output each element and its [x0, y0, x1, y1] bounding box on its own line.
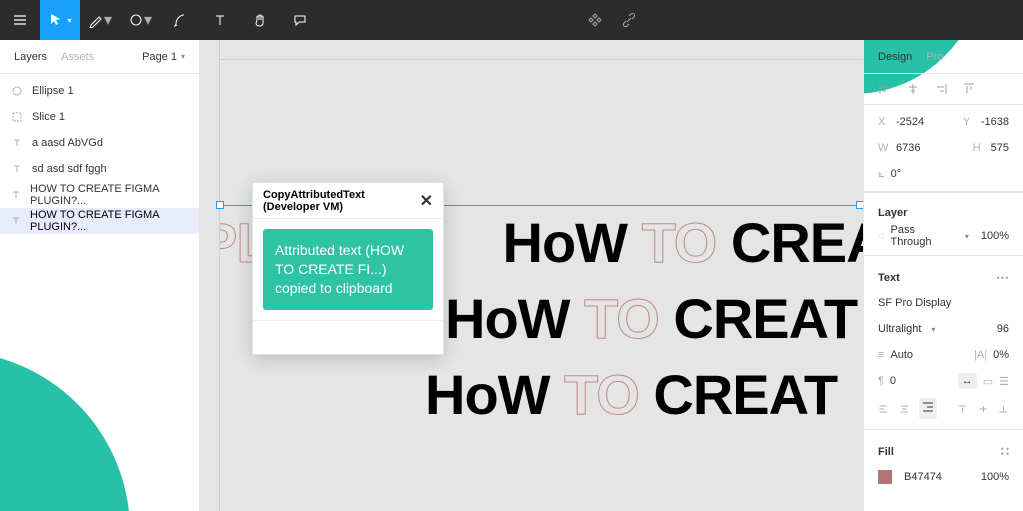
chevron-down-icon: ▾: [965, 232, 969, 241]
tab-design[interactable]: Design: [878, 51, 912, 63]
left-panel: Layers Assets Page 1 ▾ Ellipse 1 Slice 1: [0, 40, 200, 511]
right-panel: Design Pro X -2524 Y -1638 W 6: [863, 40, 1023, 511]
link-icon[interactable]: [621, 0, 637, 40]
tab-assets[interactable]: Assets: [61, 51, 94, 63]
canvas-text: HoW TO CREAT: [445, 286, 857, 351]
chevron-down-icon: ▾: [144, 10, 152, 30]
x-value[interactable]: -2524: [896, 116, 924, 128]
canvas[interactable]: PL HoW TO CREAT HoW TO CREAT HoW TO CREA…: [200, 40, 863, 511]
text-tool-button[interactable]: [200, 0, 240, 40]
align-top-icon[interactable]: [957, 402, 968, 416]
layer-opacity[interactable]: 100%: [981, 230, 1009, 242]
hand-tool-button[interactable]: [240, 0, 280, 40]
shape-tool-button[interactable]: ▾: [120, 0, 160, 40]
layer-label: Ellipse 1: [32, 85, 74, 97]
x-label: X: [878, 116, 890, 128]
move-tool-button[interactable]: ▾: [40, 0, 80, 40]
angle-icon: ⟀: [878, 168, 885, 181]
align-bottom-icon[interactable]: [998, 402, 1009, 416]
section-fill: Fill: [878, 446, 894, 458]
y-label: Y: [963, 116, 975, 128]
chevron-down-icon: ▾: [67, 16, 71, 25]
ruler-vertical: [200, 40, 220, 511]
align-middle-icon[interactable]: [978, 402, 989, 416]
layer-item[interactable]: HOW TO CREATE FIGMA PLUGIN?...: [0, 182, 199, 208]
text-icon: [10, 136, 24, 150]
plugin-dialog[interactable]: CopyAttributedText (Developer VM) ✕ Attr…: [252, 182, 444, 355]
layer-label: sd asd sdf fggh: [32, 163, 107, 175]
layer-item[interactable]: Ellipse 1: [0, 78, 199, 104]
layer-item[interactable]: sd asd sdf fggh: [0, 156, 199, 182]
page-label: Page 1: [142, 51, 177, 63]
chevron-down-icon: ▾: [104, 10, 112, 30]
letter-spacing[interactable]: 0%: [993, 349, 1009, 361]
component-icon[interactable]: [587, 0, 603, 40]
align-top-icon[interactable]: [962, 82, 976, 96]
selection-handle[interactable]: [856, 201, 863, 209]
layer-label: a aasd AbVGd: [32, 137, 103, 149]
angle-value[interactable]: 0°: [891, 168, 902, 180]
layer-item[interactable]: Slice 1: [0, 104, 199, 130]
font-weight[interactable]: Ultralight: [878, 323, 921, 335]
layer-label: HOW TO CREATE FIGMA PLUGIN?...: [30, 209, 189, 233]
plugin-footer: [253, 320, 443, 354]
layer-label: HOW TO CREATE FIGMA PLUGIN?...: [30, 183, 189, 207]
text-align-right-icon[interactable]: [921, 400, 935, 414]
line-height-icon: ≡: [878, 349, 884, 361]
chevron-down-icon: ▾: [181, 52, 185, 61]
vector-tool-button[interactable]: [160, 0, 200, 40]
ruler-horizontal: [200, 40, 863, 60]
fill-hex[interactable]: B47474: [904, 471, 942, 483]
letter-spacing-icon: |A|: [974, 349, 987, 361]
section-layer: Layer: [864, 199, 1023, 223]
text-icon: [10, 214, 22, 228]
toast-message: Attributed text (HOW TO CREATE FI...) co…: [263, 229, 433, 310]
top-toolbar: ▾ ▾ ▾: [0, 0, 1023, 40]
tab-layers[interactable]: Layers: [14, 51, 47, 63]
close-icon[interactable]: ✕: [420, 191, 433, 211]
plugin-title: CopyAttributedText (Developer VM): [263, 189, 420, 213]
layers-list: Ellipse 1 Slice 1 a aasd AbVGd sd asd sd…: [0, 74, 199, 234]
align-center-icon[interactable]: [906, 82, 920, 96]
h-value[interactable]: 575: [991, 142, 1009, 154]
align-right-icon[interactable]: [934, 82, 948, 96]
y-value[interactable]: -1638: [981, 116, 1009, 128]
text-align-left-icon[interactable]: [878, 402, 889, 416]
section-text: Text: [878, 272, 900, 284]
auto-height-icon[interactable]: ☰: [999, 375, 1009, 388]
text-align-center-icon[interactable]: [899, 402, 910, 416]
style-icon[interactable]: ∷: [1001, 444, 1009, 460]
settings-icon[interactable]: ⋯: [996, 270, 1009, 286]
font-size[interactable]: 96: [997, 323, 1009, 335]
align-left-icon[interactable]: [878, 82, 892, 96]
comment-tool-button[interactable]: [280, 0, 320, 40]
auto-width-icon[interactable]: ↔: [958, 373, 977, 389]
line-height[interactable]: Auto: [890, 349, 913, 361]
tab-prototype[interactable]: Pro: [926, 51, 943, 63]
menu-button[interactable]: [0, 0, 40, 40]
align-box-icon[interactable]: ▭: [983, 375, 993, 388]
font-family[interactable]: SF Pro Display: [878, 297, 951, 309]
page-selector[interactable]: Page 1 ▾: [142, 51, 185, 63]
w-value[interactable]: 6736: [896, 142, 920, 154]
canvas-text: HoW TO CREAT: [425, 362, 837, 427]
text-icon: [10, 162, 24, 176]
fill-opacity[interactable]: 100%: [981, 471, 1009, 483]
ellipse-icon: [10, 84, 24, 98]
slice-icon: [10, 110, 24, 124]
layer-item[interactable]: a aasd AbVGd: [0, 130, 199, 156]
fill-swatch[interactable]: [878, 470, 892, 484]
paragraph-icon: ¶: [878, 375, 884, 387]
layer-label: Slice 1: [32, 111, 65, 123]
layer-item[interactable]: HOW TO CREATE FIGMA PLUGIN?...: [0, 208, 199, 234]
chevron-down-icon: ▾: [931, 325, 935, 334]
h-label: H: [973, 142, 985, 154]
blend-mode[interactable]: Pass Through: [891, 224, 955, 248]
w-label: W: [878, 142, 890, 154]
pen-tool-button[interactable]: ▾: [80, 0, 120, 40]
selection-handle[interactable]: [216, 201, 224, 209]
blend-icon: ◌: [878, 230, 885, 242]
text-icon: [10, 188, 22, 202]
paragraph-spacing[interactable]: 0: [890, 375, 896, 387]
